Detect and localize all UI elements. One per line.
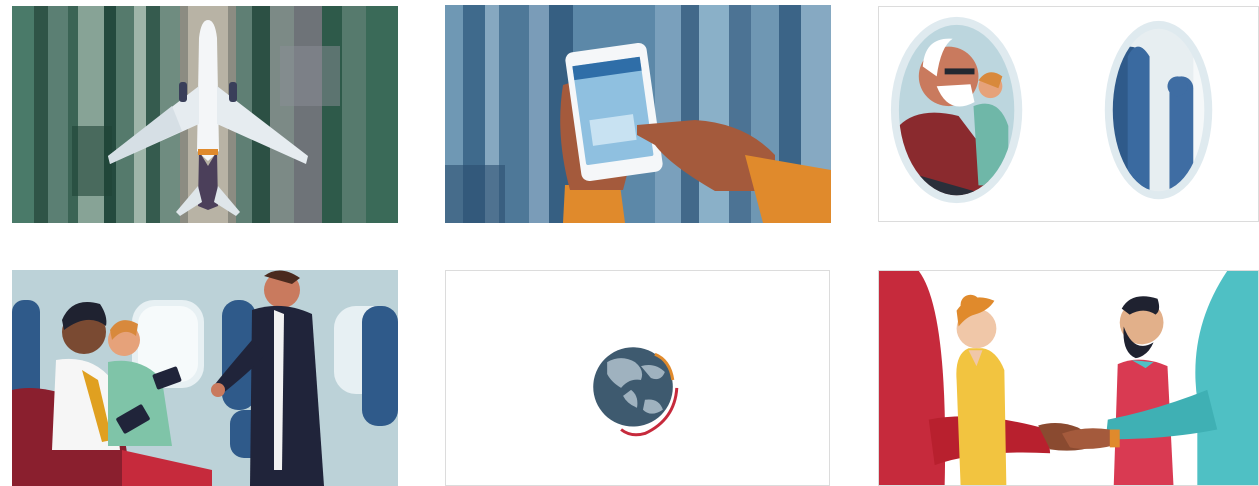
smartphone-tile[interactable] (445, 5, 831, 223)
airplane-runway-tile[interactable] (12, 6, 398, 223)
handshake-tile[interactable] (878, 270, 1259, 486)
globe-tile[interactable] (445, 270, 830, 486)
airplane-runway-illustration (12, 6, 398, 223)
cabin-passengers-attendant-illustration (12, 270, 398, 486)
airplane-windows-tile[interactable] (878, 6, 1259, 222)
handshake-illustration (879, 271, 1258, 485)
globe-illustration (446, 271, 829, 485)
airplane-window-passengers-illustration (879, 7, 1258, 221)
hand-smartphone-illustration (445, 5, 831, 223)
cabin-tile[interactable] (12, 270, 398, 486)
